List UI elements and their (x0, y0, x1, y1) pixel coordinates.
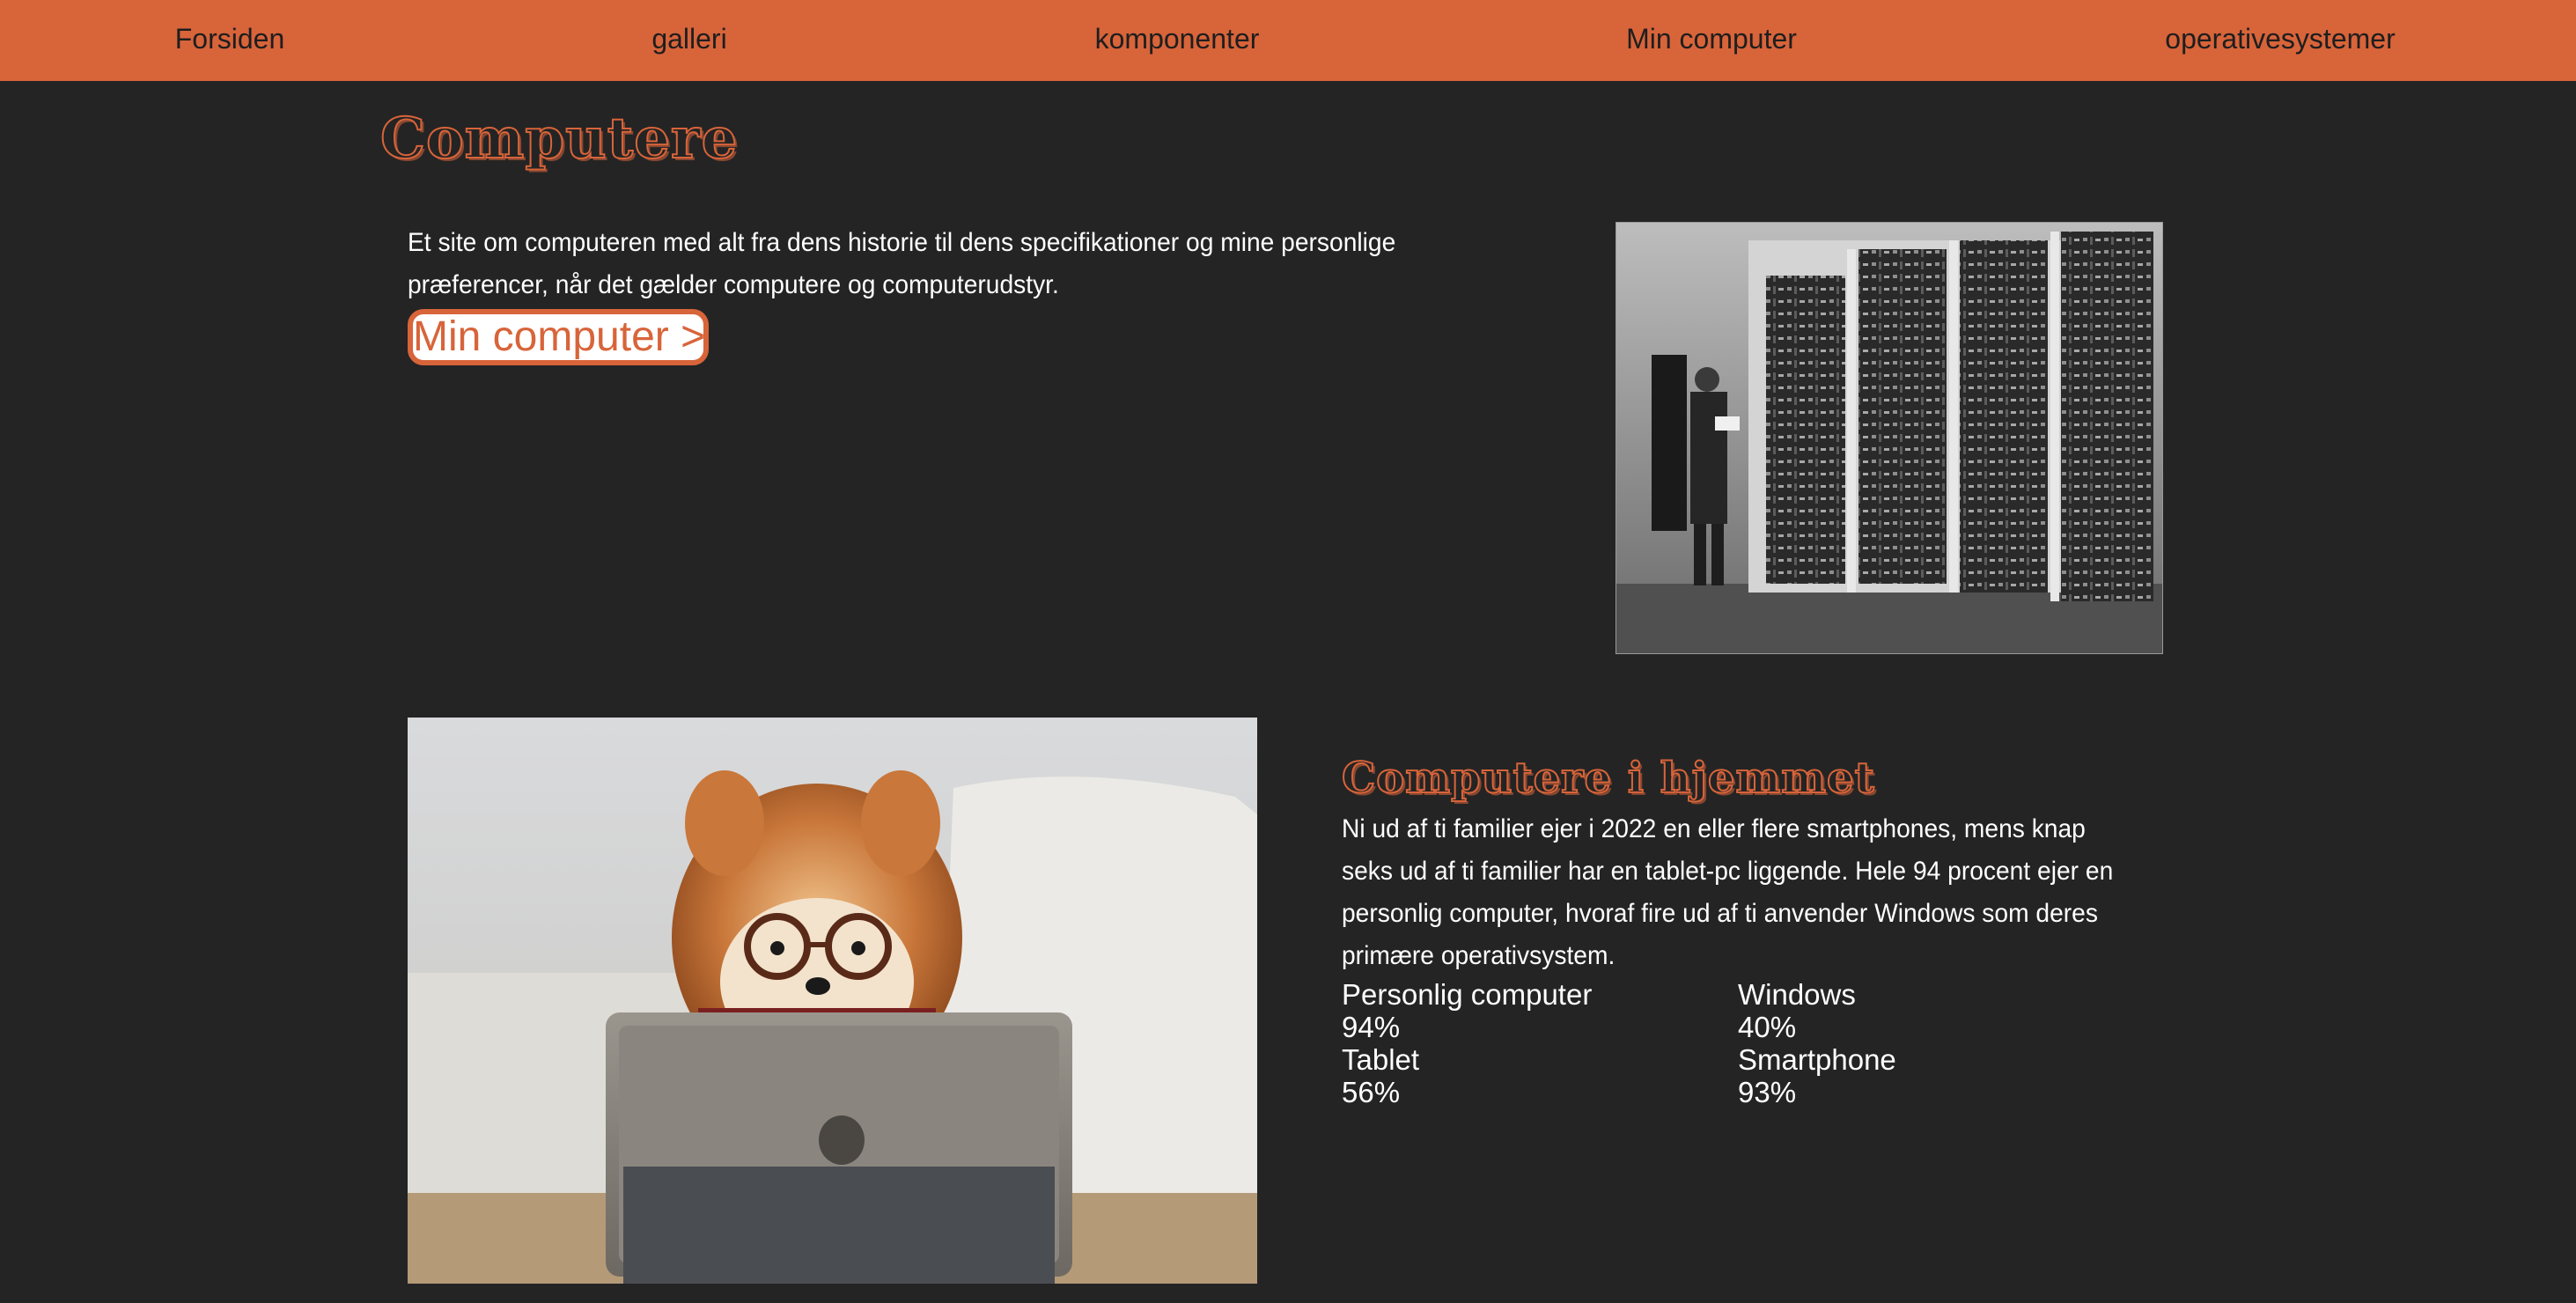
intro-text: Et site om computeren med alt fra dens h… (408, 228, 1396, 299)
min-computer-button[interactable]: Min computer > (408, 309, 709, 365)
home-body-text: Ni ud af ti familier ejer i 2022 en elle… (1342, 814, 2114, 970)
stat-value-tablet: 56% (1342, 1076, 1401, 1108)
section-title-home: Computere i hjemmet (1341, 753, 1875, 804)
eniac-photo (1616, 222, 2163, 654)
stat-label-windows: Windows (1738, 978, 1856, 1011)
nav-item-min-computer[interactable]: Min computer (1626, 19, 1797, 58)
stat-label-tablet: Tablet (1342, 1043, 1420, 1076)
stat-label-smartphone: Smartphone (1738, 1043, 1896, 1076)
stat-label-personal-computer: Personlig computer (1342, 978, 1593, 1011)
dog-with-tablet-photo (408, 718, 1257, 1284)
nav-item-forsiden[interactable]: Forsiden (175, 19, 285, 58)
top-nav: Forsiden galleri komponenter Min compute… (0, 0, 2576, 81)
stat-value-personal-computer: 94% (1342, 1011, 1401, 1043)
nav-item-operativesystemer[interactable]: operativesystemer (2165, 19, 2395, 58)
nav-item-komponenter[interactable]: komponenter (1095, 19, 1260, 58)
stat-value-smartphone: 93% (1738, 1076, 1797, 1108)
page-title: Computere (379, 105, 739, 173)
stat-value-windows: 40% (1738, 1011, 1797, 1043)
nav-item-galleri[interactable]: galleri (651, 19, 726, 58)
